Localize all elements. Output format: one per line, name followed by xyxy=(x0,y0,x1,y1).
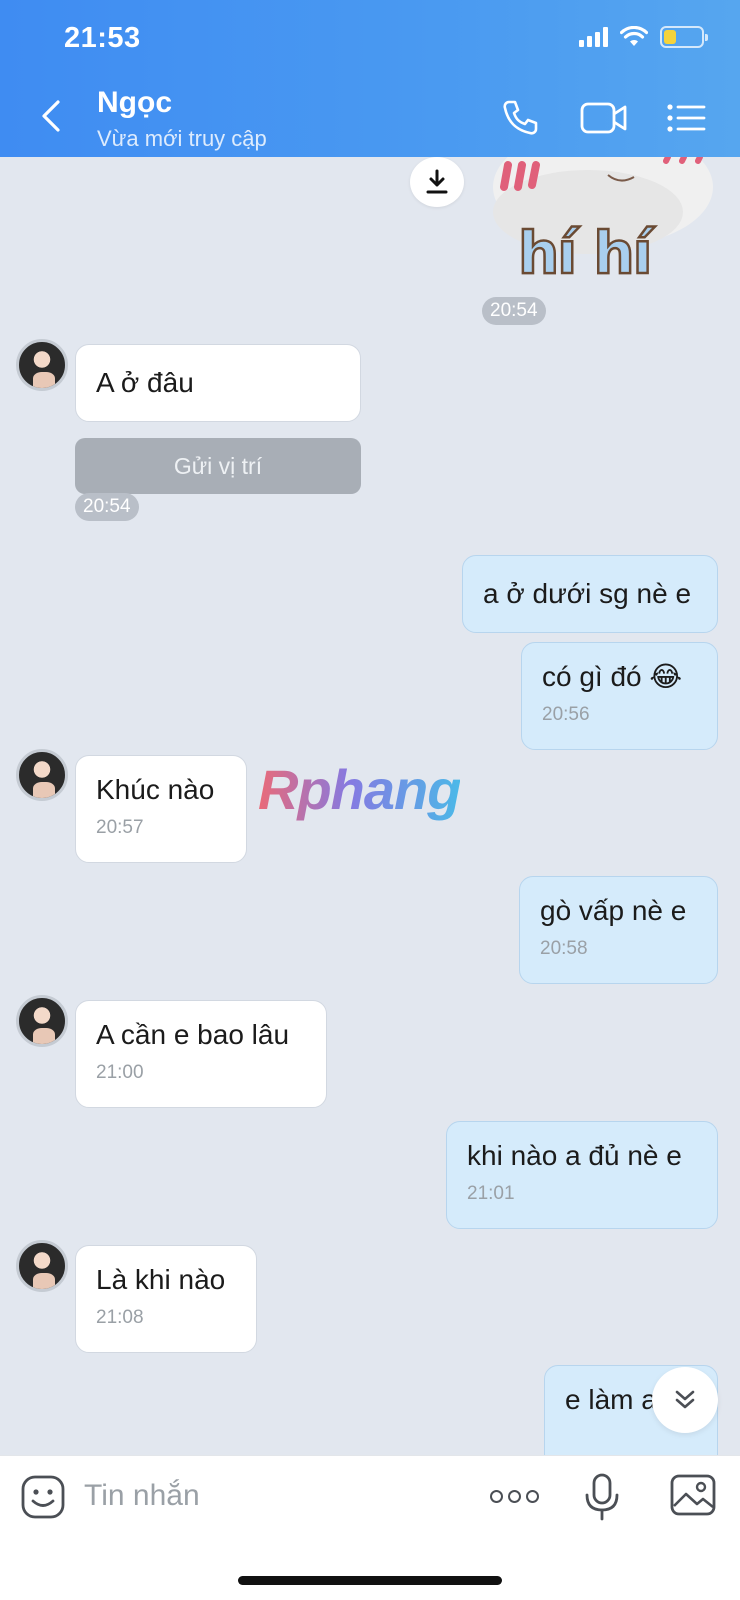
microphone-icon xyxy=(585,1473,619,1521)
sent-message[interactable]: gò vấp nè e 20:58 xyxy=(519,876,718,984)
status-time: 21:53 xyxy=(64,22,141,54)
message-time: 20:57 xyxy=(96,817,144,838)
chat-header: 21:53 Ngọc Vừa mới truy cập xyxy=(0,0,740,157)
signal-icon xyxy=(579,27,608,47)
phone-icon xyxy=(503,100,538,135)
message-text: A ở đâu xyxy=(96,367,194,398)
send-location-button[interactable]: Gửi vị trí xyxy=(75,438,361,494)
voice-message-button[interactable] xyxy=(582,1472,622,1522)
contact-avatar[interactable] xyxy=(16,749,68,801)
download-icon xyxy=(426,169,448,194)
sticker-emoji-icon xyxy=(21,1475,65,1519)
battery-icon xyxy=(660,26,708,48)
back-button[interactable] xyxy=(36,96,66,136)
sticker-text: hí hí xyxy=(517,218,654,289)
sent-message[interactable]: a ở dưới sg nè e xyxy=(462,555,718,633)
menu-button[interactable] xyxy=(664,96,708,140)
more-options-button[interactable] xyxy=(488,1478,540,1514)
menu-list-icon xyxy=(667,104,706,132)
message-list[interactable]: hí hí 20:54 A ở đâu Gửi vị trí 20:54 a ở… xyxy=(0,157,740,1455)
download-button[interactable] xyxy=(410,157,464,207)
received-message[interactable]: Là khi nào 21:08 xyxy=(75,1245,257,1353)
message-text: A cần e bao lâu xyxy=(96,1019,290,1050)
received-message[interactable]: A cần e bao lâu 21:00 xyxy=(75,1000,327,1108)
contact-status: Vừa mới truy cập xyxy=(97,126,267,151)
message-text: khi nào a đủ nè e xyxy=(467,1140,682,1171)
sent-message[interactable]: khi nào a đủ nè e 21:01 xyxy=(446,1121,718,1229)
message-text: Khúc nào xyxy=(96,774,215,805)
message-text: có gì đó 😂 xyxy=(542,661,683,692)
wifi-icon xyxy=(620,26,648,46)
image-picker-button[interactable] xyxy=(670,1474,716,1516)
message-text: a ở dưới sg nè e xyxy=(483,578,692,609)
message-input[interactable] xyxy=(84,1470,464,1522)
contact-avatar[interactable] xyxy=(16,995,68,1047)
message-time: 21:08 xyxy=(96,1307,144,1328)
cat-sticker[interactable]: hí hí xyxy=(488,157,718,292)
emoji-button[interactable] xyxy=(20,1474,66,1520)
status-icons xyxy=(579,26,708,48)
message-time: 21:00 xyxy=(96,1062,144,1083)
voice-call-button[interactable] xyxy=(498,96,542,140)
watermark-logo: Rphang xyxy=(258,758,461,821)
message-time: 21:01 xyxy=(467,1183,515,1204)
message-time: 20:58 xyxy=(540,938,588,959)
video-call-button[interactable] xyxy=(580,96,628,140)
dot-icon xyxy=(525,1489,539,1503)
home-indicator[interactable] xyxy=(238,1576,502,1585)
image-icon xyxy=(670,1474,716,1516)
contact-avatar[interactable] xyxy=(16,1240,68,1292)
message-time: 20:54 xyxy=(482,297,546,325)
back-icon xyxy=(42,100,60,132)
contact-name[interactable]: Ngọc xyxy=(97,86,172,120)
received-message[interactable]: Khúc nào 20:57 xyxy=(75,755,247,863)
video-icon xyxy=(580,102,627,134)
message-text: gò vấp nè e xyxy=(540,895,687,926)
message-text: Là khi nào xyxy=(96,1264,226,1295)
scroll-to-bottom-button[interactable] xyxy=(652,1367,718,1433)
received-message[interactable]: A ở đâu xyxy=(75,344,361,422)
message-time: 20:54 xyxy=(75,493,139,521)
double-chevron-down-icon xyxy=(675,1390,695,1409)
dot-icon xyxy=(489,1489,503,1503)
dot-icon xyxy=(507,1489,521,1503)
sent-message[interactable]: có gì đó 😂 20:56 xyxy=(521,642,718,750)
message-time: 20:56 xyxy=(542,704,590,725)
contact-avatar[interactable] xyxy=(16,339,68,391)
